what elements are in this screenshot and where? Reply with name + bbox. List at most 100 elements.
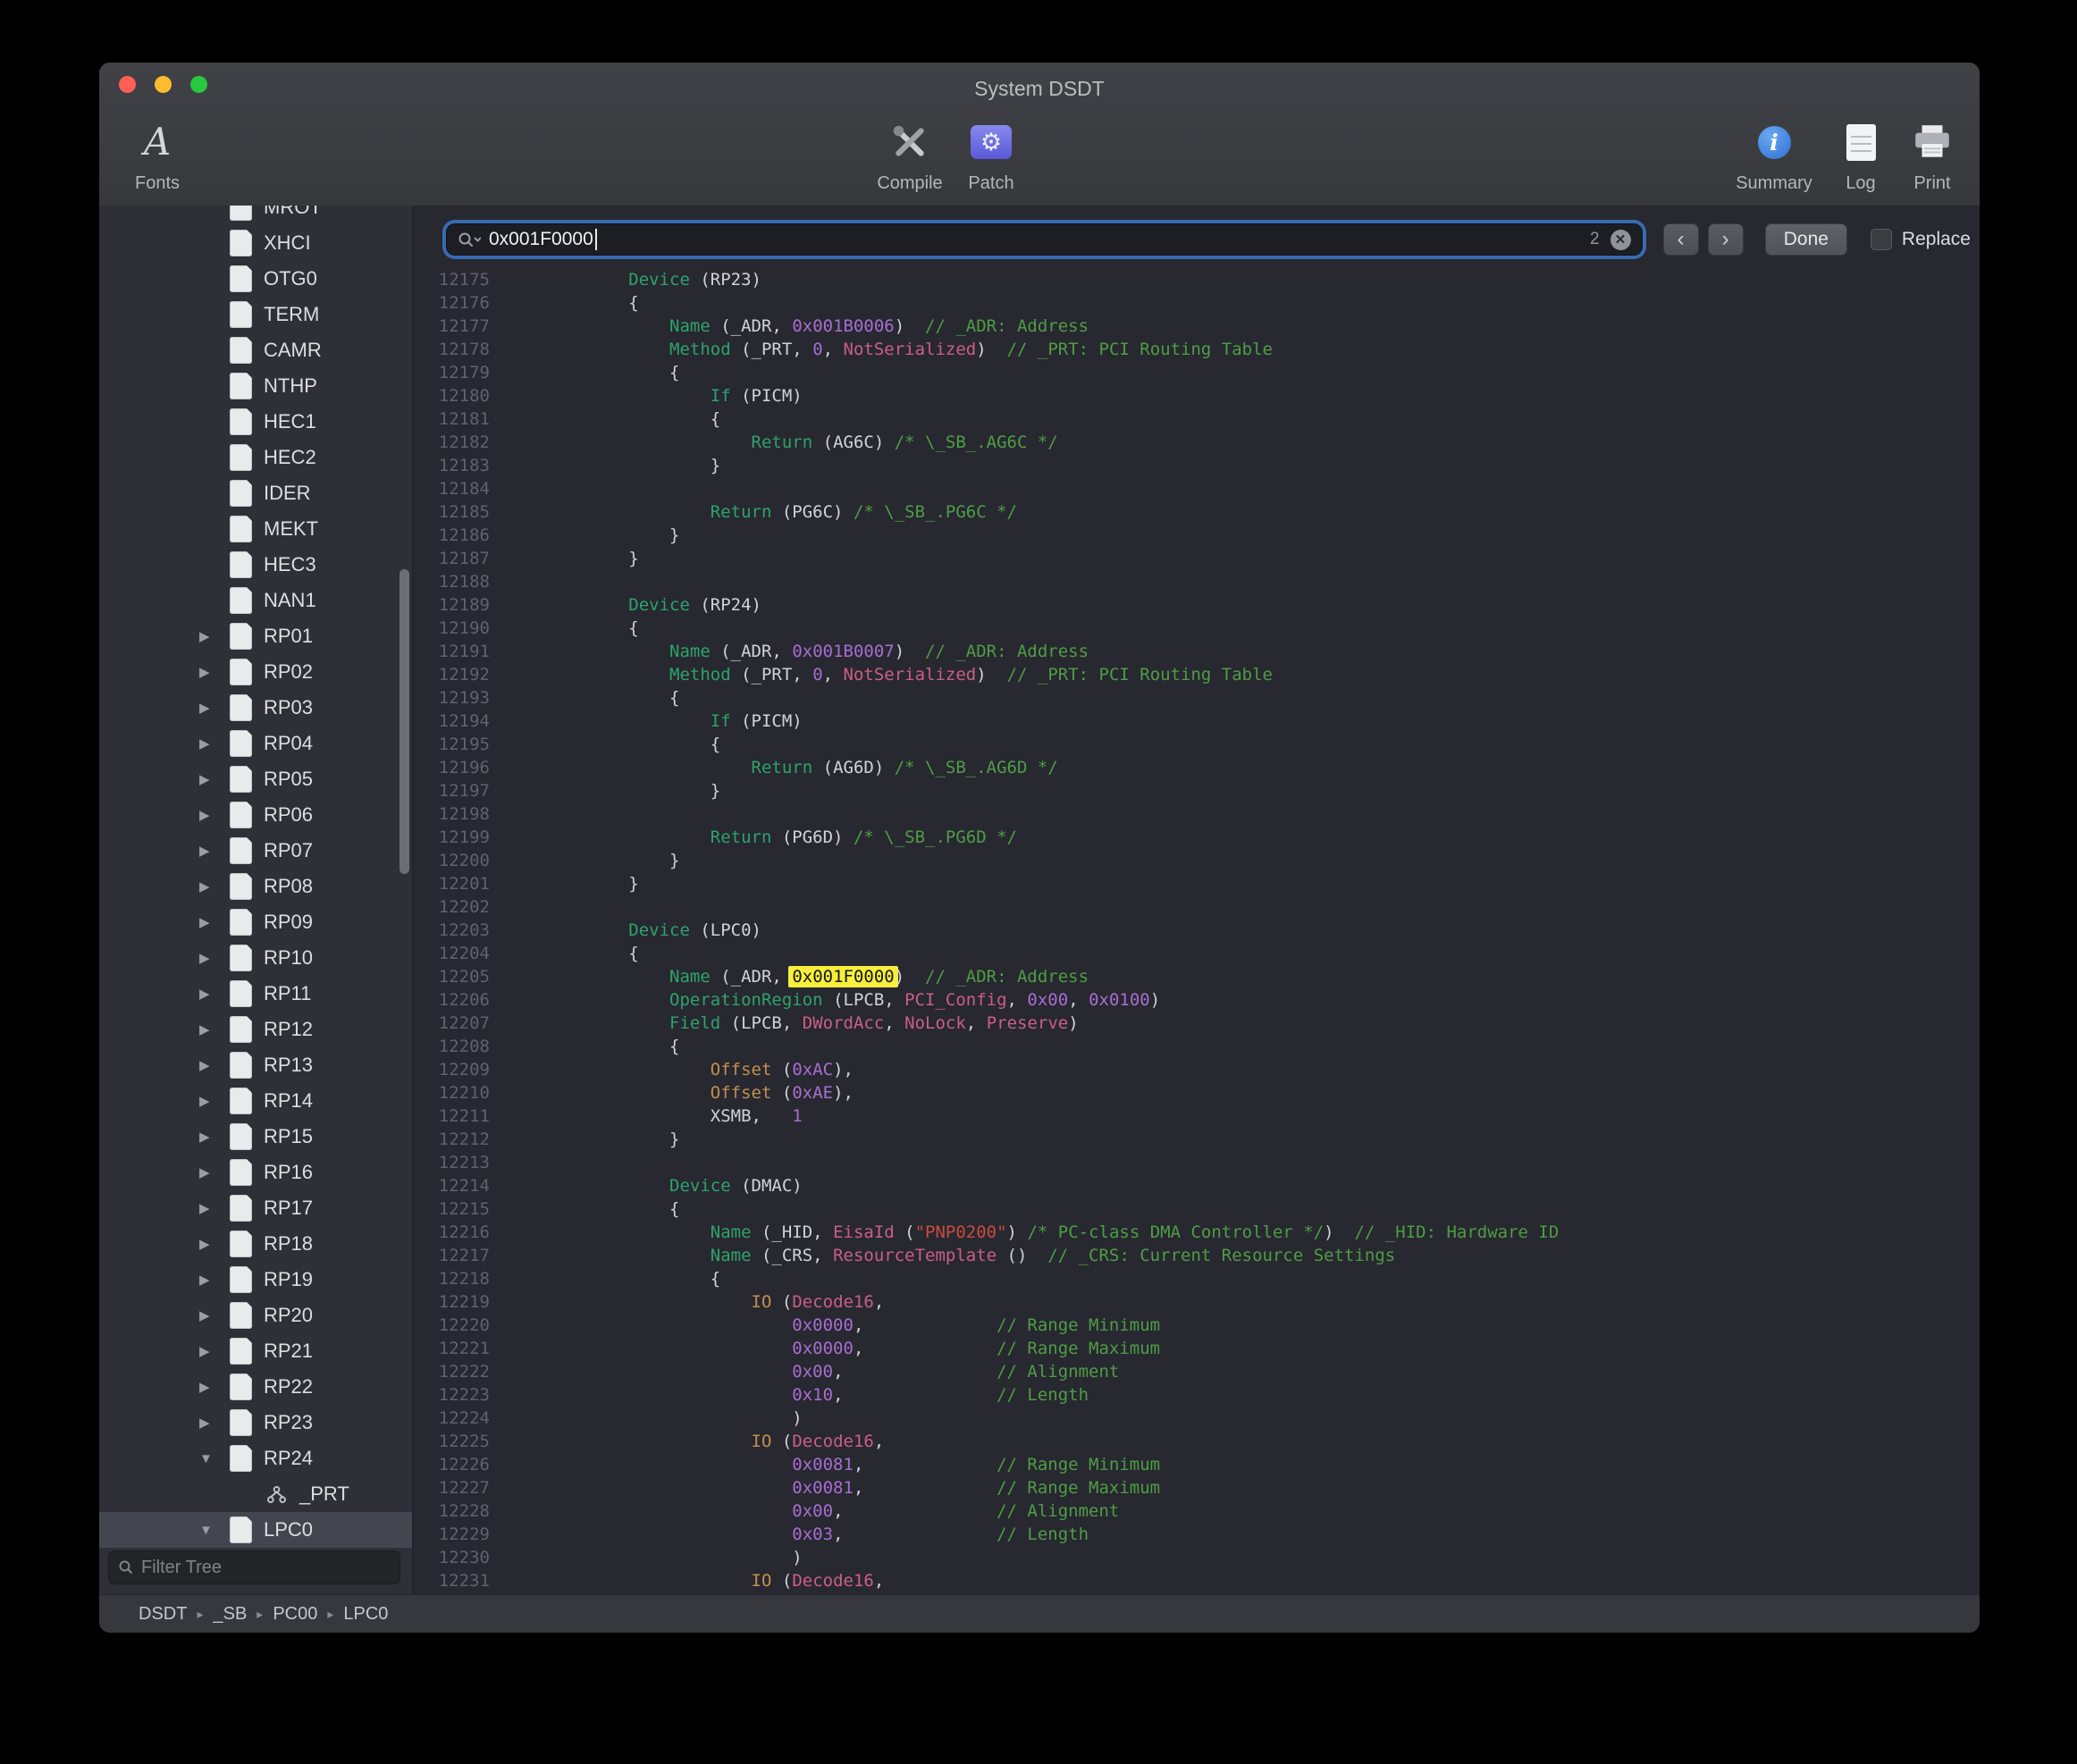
chevron-right-icon[interactable]: ▶ [199, 771, 230, 787]
sidebar-item-rp06[interactable]: ▶RP06 [99, 797, 412, 833]
sidebar-item-rp11[interactable]: ▶RP11 [99, 976, 412, 1012]
sidebar-item-ider[interactable]: IDER [99, 475, 412, 511]
chevron-right-icon[interactable]: ▶ [199, 1021, 230, 1037]
sidebar-item-rp08[interactable]: ▶RP08 [99, 869, 412, 904]
find-next-button[interactable]: › [1708, 223, 1744, 256]
code-text: } [506, 547, 639, 570]
chevron-right-icon[interactable]: ▶ [199, 843, 230, 859]
sidebar-item-rp13[interactable]: ▶RP13 [99, 1047, 412, 1083]
breadcrumb-item[interactable]: LPC0 [343, 1604, 388, 1625]
device-icon [230, 587, 252, 614]
sidebar-item-rp04[interactable]: ▶RP04 [99, 726, 412, 761]
chevron-right-icon[interactable]: ▶ [199, 1415, 230, 1431]
chevron-right-icon[interactable]: ▶ [199, 914, 230, 930]
chevron-right-icon[interactable]: ▶ [199, 807, 230, 823]
filter-tree-input[interactable]: Filter Tree [108, 1550, 400, 1584]
sidebar-item-rp09[interactable]: ▶RP09 [99, 904, 412, 940]
line-number: 12179 [413, 361, 506, 384]
code-editor[interactable]: 12175 Device (RP23)12176 {12177 Name (_A… [413, 268, 1980, 1595]
code-text: } [506, 872, 639, 895]
done-button[interactable]: Done [1765, 223, 1847, 256]
print-button[interactable]: Print [1865, 114, 1980, 194]
code-line: 12218 { [413, 1267, 1980, 1290]
sidebar-item-rp12[interactable]: ▶RP12 [99, 1012, 412, 1047]
code-line: 12190 { [413, 617, 1980, 640]
chevron-right-icon[interactable]: ▶ [199, 986, 230, 1002]
chevron-right-icon[interactable]: ▶ [199, 1200, 230, 1216]
sidebar-item-xhci[interactable]: XHCI [99, 225, 412, 261]
device-icon [230, 408, 252, 435]
code-text: Device (DMAC) [506, 1174, 803, 1197]
sidebar-item-camr[interactable]: CAMR [99, 332, 412, 368]
sidebar-item-rp24[interactable]: ▼RP24 [99, 1441, 412, 1476]
sidebar-item-rp20[interactable]: ▶RP20 [99, 1298, 412, 1333]
sidebar-item-otg0[interactable]: OTG0 [99, 261, 412, 297]
breadcrumb-item[interactable]: _SB [213, 1604, 247, 1625]
line-number: 12216 [413, 1221, 506, 1244]
clear-search-icon[interactable]: ✕ [1610, 230, 1631, 250]
sidebar-item-rp01[interactable]: ▶RP01 [99, 618, 412, 654]
chevron-right-icon[interactable]: ▶ [199, 1379, 230, 1395]
code-text: 0x0081, // Range Minimum [506, 1453, 1160, 1476]
replace-checkbox[interactable] [1871, 229, 1892, 250]
sidebar-item-rp05[interactable]: ▶RP05 [99, 761, 412, 797]
sidebar-scrollbar[interactable] [399, 569, 409, 874]
sidebar-item-nthp[interactable]: NTHP [99, 368, 412, 404]
sidebar-item-nan1[interactable]: NAN1 [99, 583, 412, 618]
sidebar-item-_prt[interactable]: _PRT [99, 1476, 412, 1512]
chevron-right-icon[interactable]: ▶ [199, 1272, 230, 1288]
chevron-right-icon[interactable]: ▶ [199, 628, 230, 644]
chevron-right-icon[interactable]: ▶ [199, 1093, 230, 1109]
sidebar-item-hec3[interactable]: HEC3 [99, 547, 412, 583]
breadcrumb-item[interactable]: PC00 [273, 1604, 317, 1625]
sidebar-item-rp10[interactable]: ▶RP10 [99, 940, 412, 976]
sidebar-item-rp14[interactable]: ▶RP14 [99, 1083, 412, 1119]
sidebar-item-rp02[interactable]: ▶RP02 [99, 654, 412, 690]
chevron-right-icon[interactable]: ▶ [199, 1343, 230, 1359]
sidebar-item-rp23[interactable]: ▶RP23 [99, 1405, 412, 1441]
sidebar-item-lpc0[interactable]: ▼LPC0 [99, 1512, 412, 1548]
sidebar-item-rp19[interactable]: ▶RP19 [99, 1262, 412, 1298]
chevron-right-icon[interactable]: ▶ [199, 950, 230, 966]
device-icon [230, 1266, 252, 1293]
chevron-down-icon[interactable]: ▼ [199, 1451, 230, 1466]
sidebar-item-rp03[interactable]: ▶RP03 [99, 690, 412, 726]
patch-button[interactable]: ⚙ Patch [924, 114, 1058, 194]
sidebar-item-hec2[interactable]: HEC2 [99, 440, 412, 475]
chevron-down-icon[interactable]: ▼ [199, 1523, 230, 1538]
chevron-right-icon[interactable]: ▶ [199, 664, 230, 680]
sidebar-item-label: RP22 [264, 1375, 313, 1399]
line-number: 12192 [413, 663, 506, 686]
sidebar-item-rp22[interactable]: ▶ RP22 [99, 1369, 412, 1405]
chevron-right-icon[interactable]: ▶ [199, 878, 230, 895]
chevron-right-icon[interactable]: ▶ [199, 1236, 230, 1252]
sidebar-item-rp15[interactable]: ▶RP15 [99, 1119, 412, 1155]
code-line: 12202 [413, 895, 1980, 919]
sidebar-item-mrot[interactable]: MROT [99, 206, 412, 225]
device-tree[interactable]: MROTXHCIOTG0TERMCAMRNTHPHEC1 HEC2 IDERMEKT… [99, 206, 412, 1550]
chevron-right-icon[interactable]: ▶ [199, 1057, 230, 1073]
sidebar-item-mekt[interactable]: MEKT [99, 511, 412, 547]
chevron-right-icon[interactable]: ▶ [199, 735, 230, 752]
sidebar-item-rp07[interactable]: ▶RP07 [99, 833, 412, 869]
sidebar-item-rp18[interactable]: ▶RP18 [99, 1226, 412, 1262]
code-text: 0x00, // Alignment [506, 1499, 1119, 1523]
chevron-right-icon[interactable]: ▶ [199, 1307, 230, 1323]
search-input[interactable]: 0x001F0000 2 ✕ [447, 224, 1642, 255]
chevron-right-icon[interactable]: ▶ [199, 1164, 230, 1180]
sidebar-item-rp21[interactable]: ▶RP21 [99, 1333, 412, 1369]
sidebar-item-label: HEC2 [264, 446, 316, 469]
line-number: 12215 [413, 1197, 506, 1221]
sidebar-item-term[interactable]: TERM [99, 297, 412, 332]
find-previous-button[interactable]: ‹ [1663, 223, 1699, 256]
fonts-icon: A [144, 123, 171, 161]
fonts-button[interactable]: A Fonts [99, 114, 224, 194]
code-line: 12198 [413, 802, 1980, 826]
code-text: { [506, 1197, 679, 1221]
sidebar-item-rp17[interactable]: ▶RP17 [99, 1190, 412, 1226]
chevron-right-icon[interactable]: ▶ [199, 700, 230, 716]
chevron-right-icon[interactable]: ▶ [199, 1129, 230, 1145]
breadcrumb-item[interactable]: DSDT [139, 1604, 187, 1625]
sidebar-item-rp16[interactable]: ▶RP16 [99, 1155, 412, 1190]
sidebar-item-hec1[interactable]: HEC1 [99, 404, 412, 440]
